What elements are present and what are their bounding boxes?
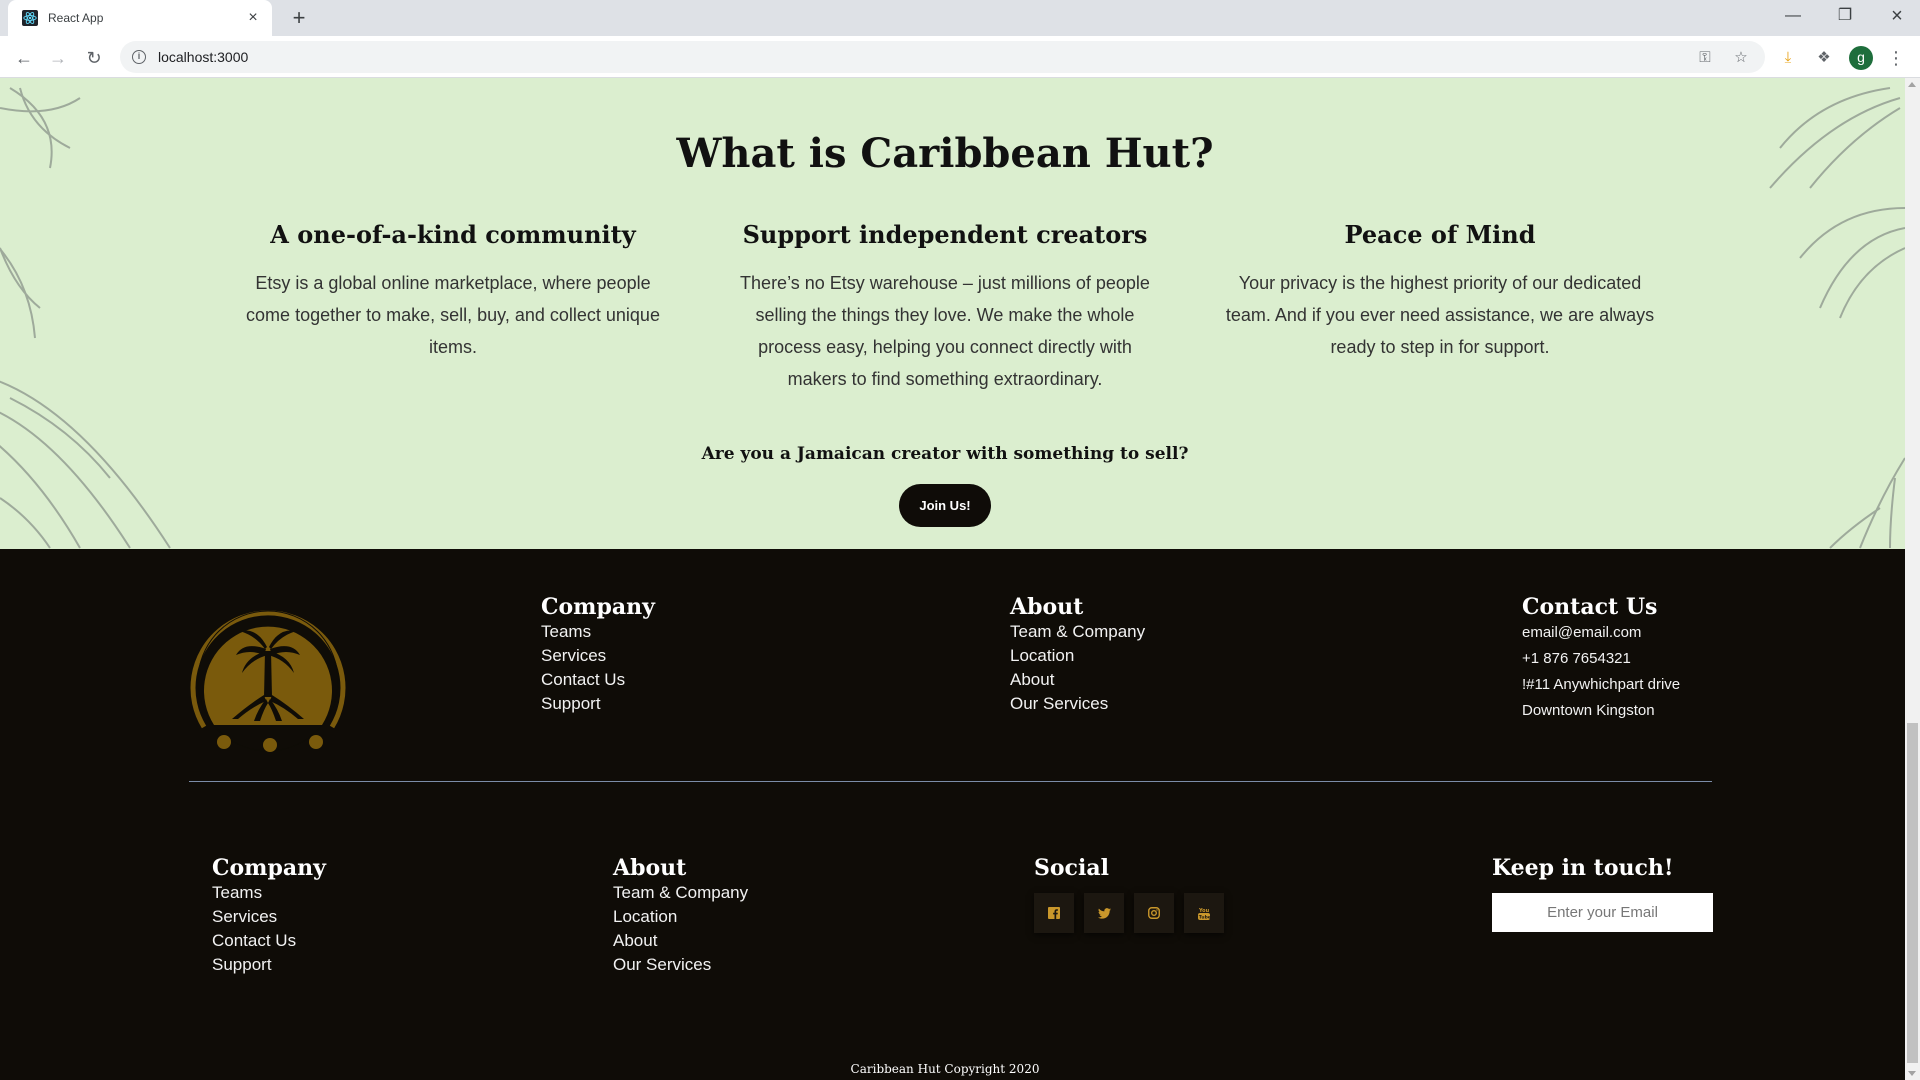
footer-link-teams[interactable]: Teams [541, 620, 655, 644]
instagram-icon[interactable] [1134, 893, 1174, 933]
browser-menu-icon[interactable]: ⋮ [1884, 46, 1908, 70]
page-viewport: What is Caribbean Hut? A one-of-a-kind c… [0, 78, 1905, 1080]
site-footer: Company Teams Services Contact Us Suppor… [0, 549, 1905, 1080]
section-title: What is Caribbean Hut? [676, 130, 1214, 177]
restore-window-button[interactable]: ❐ [1822, 0, 1868, 32]
minimize-window-button[interactable]: — [1770, 0, 1816, 32]
contact-phone: +1 876 7654321 [1522, 650, 1631, 667]
footer-link-team-company[interactable]: Team & Company [613, 881, 748, 905]
column-title: Keep in touch! [1492, 855, 1674, 881]
react-logo-icon [22, 10, 38, 26]
site-info-icon[interactable]: i [132, 50, 146, 64]
column-title: Company [212, 855, 326, 881]
browser-toolbar: ← → ↻ i localhost:3000 ⚿ ☆ ⤓ ❖ g ⋮ [0, 36, 1920, 78]
svg-text:Tube: Tube [1199, 914, 1210, 920]
column-title: Company [541, 594, 655, 620]
feature-text: There’s no Etsy warehouse – just million… [740, 273, 1150, 389]
download-icon[interactable]: ⤓ [1776, 46, 1800, 70]
youtube-icon[interactable]: You Tube [1184, 893, 1224, 933]
footer-link-team-company[interactable]: Team & Company [1010, 620, 1145, 644]
footer-link-support[interactable]: Support [541, 692, 655, 716]
footer-link-location[interactable]: Location [613, 905, 748, 929]
feature-peace-of-mind: Peace of Mind Your privacy is the highes… [1225, 220, 1655, 363]
footer-social-column: Social You Tube [1034, 855, 1224, 933]
footer-company-column: Company Teams Services Contact Us Suppor… [541, 594, 655, 716]
footer-link-our-services[interactable]: Our Services [613, 953, 748, 977]
footer-link-contact-us[interactable]: Contact Us [212, 929, 326, 953]
forward-arrow-icon[interactable]: → [44, 44, 72, 72]
profile-avatar[interactable]: g [1849, 46, 1873, 70]
footer-link-contact-us[interactable]: Contact Us [541, 668, 655, 692]
footer-link-services[interactable]: Services [541, 644, 655, 668]
feature-community: A one-of-a-kind community Etsy is a glob… [238, 220, 668, 363]
key-icon[interactable]: ⚿ [1693, 49, 1717, 66]
column-title: Contact Us [1522, 594, 1658, 620]
footer-bottom-about-column: About Team & Company Location About Our … [613, 855, 748, 977]
page-scrollbar[interactable] [1905, 78, 1920, 1080]
footer-link-teams[interactable]: Teams [212, 881, 326, 905]
footer-link-our-services[interactable]: Our Services [1010, 692, 1145, 716]
social-links: You Tube [1034, 893, 1224, 933]
footer-divider [189, 781, 1712, 782]
bookmark-star-icon[interactable]: ☆ [1729, 48, 1753, 66]
close-tab-icon[interactable]: × [244, 9, 262, 27]
footer-link-services[interactable]: Services [212, 905, 326, 929]
facebook-icon[interactable] [1034, 893, 1074, 933]
contact-address-line-2: Downtown Kingston [1522, 702, 1655, 719]
feature-title: Support independent creators [742, 220, 1148, 249]
browser-tab[interactable]: React App × [8, 0, 272, 36]
column-title: About [613, 855, 687, 881]
footer-link-support[interactable]: Support [212, 953, 326, 977]
footer-about-column: About Team & Company Location About Our … [1010, 594, 1145, 716]
back-arrow-icon[interactable]: ← [10, 44, 38, 72]
browser-tab-strip: React App × + — ❐ × [0, 0, 1920, 36]
newsletter-email-input[interactable] [1492, 893, 1713, 932]
address-bar[interactable]: i localhost:3000 ⚿ ☆ [120, 41, 1765, 73]
scrollbar-thumb[interactable] [1907, 723, 1918, 1063]
column-title: Social [1034, 855, 1109, 881]
footer-link-location[interactable]: Location [1010, 644, 1145, 668]
new-tab-button[interactable]: + [286, 6, 312, 32]
caribbean-hut-logo [190, 610, 346, 752]
scroll-down-arrow-icon[interactable] [1908, 1071, 1916, 1076]
creator-question: Are you a Jamaican creator with somethin… [701, 444, 1189, 464]
contact-email: email@email.com [1522, 624, 1642, 641]
tab-title: React App [48, 11, 104, 25]
footer-link-about[interactable]: About [613, 929, 748, 953]
copyright-text: Caribbean Hut Copyright 2020 [850, 1062, 1040, 1076]
feature-creators: Support independent creators There’s no … [730, 220, 1160, 395]
join-us-button[interactable]: Join Us! [899, 484, 991, 527]
footer-bottom-company-column: Company Teams Services Contact Us Suppor… [212, 855, 326, 977]
contact-address-line-1: !#11 Anywhichpart drive [1522, 676, 1681, 693]
feature-title: A one-of-a-kind community [270, 220, 636, 249]
about-section: What is Caribbean Hut? A one-of-a-kind c… [0, 78, 1905, 549]
feature-text: Etsy is a global online marketplace, whe… [246, 273, 660, 357]
url-text: localhost:3000 [158, 49, 249, 65]
footer-link-about[interactable]: About [1010, 668, 1145, 692]
reload-icon[interactable]: ↻ [80, 44, 108, 72]
feature-text: Your privacy is the highest priority of … [1225, 273, 1655, 357]
feature-title: Peace of Mind [1344, 220, 1536, 249]
column-title: About [1010, 594, 1084, 620]
extensions-puzzle-icon[interactable]: ❖ [1812, 46, 1836, 70]
twitter-icon[interactable] [1084, 893, 1124, 933]
footer-newsletter-column: Keep in touch! [1492, 855, 1713, 932]
scroll-up-arrow-icon[interactable] [1908, 82, 1916, 87]
footer-contact-column: Contact Us email@email.com +1 876 765432… [1522, 594, 1680, 724]
close-window-button[interactable]: × [1874, 0, 1920, 32]
